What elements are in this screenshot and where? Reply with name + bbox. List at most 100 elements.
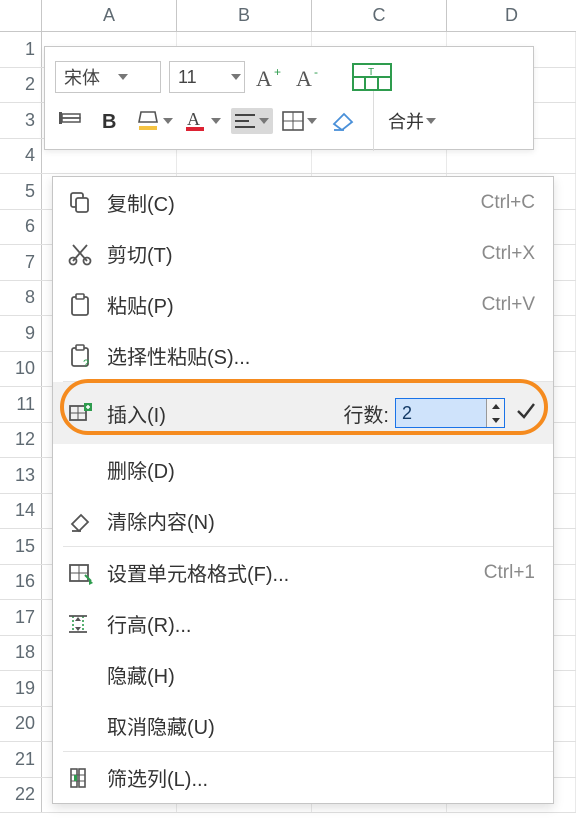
font-color-button[interactable]: A (183, 108, 223, 134)
menu-item-shortcut: Ctrl+X (482, 243, 553, 265)
svg-text:A: A (296, 66, 312, 90)
context-menu: 复制(C)Ctrl+C剪切(T)Ctrl+X粘贴(P)Ctrl+V?选择性粘贴(… (52, 176, 554, 804)
merge-split-icon[interactable]: T (349, 61, 395, 93)
confirm-check-icon[interactable] (515, 399, 537, 427)
col-header-a[interactable]: A (42, 0, 177, 31)
menu-item-shortcut: Ctrl+C (481, 192, 553, 214)
format-cells-icon (53, 560, 107, 586)
col-header-d[interactable]: D (447, 0, 576, 31)
row-header[interactable]: 5 (0, 174, 42, 209)
increase-font-icon[interactable]: A+ (253, 61, 285, 93)
menu-item-label: 设置单元格格式(F)... (107, 558, 484, 587)
paste-q-icon: ? (53, 343, 107, 369)
chevron-down-icon (209, 118, 223, 124)
menu-item-copy[interactable]: 复制(C)Ctrl+C (53, 177, 553, 228)
row-header[interactable]: 3 (0, 103, 42, 138)
menu-item-label: 删除(D) (107, 455, 535, 484)
font-name-combo[interactable]: 宋体 (55, 61, 161, 93)
chevron-down-icon (305, 118, 319, 124)
row-header[interactable]: 16 (0, 565, 42, 600)
svg-text:T: T (368, 67, 374, 78)
row-header[interactable]: 22 (0, 778, 42, 813)
menu-item-label: 取消隐藏(U) (107, 711, 535, 740)
row-header[interactable]: 15 (0, 529, 42, 564)
menu-item-insert[interactable]: 插入(I)行数:2 (53, 382, 553, 444)
row-header[interactable]: 13 (0, 458, 42, 493)
svg-text:?: ? (83, 358, 89, 369)
row-header[interactable]: 19 (0, 671, 42, 706)
spin-up-icon[interactable] (487, 399, 504, 413)
spin-down-icon[interactable] (487, 413, 504, 427)
svg-text:B: B (102, 111, 116, 132)
menu-item-label: 行高(R)... (107, 609, 535, 638)
chevron-down-icon (257, 118, 271, 124)
font-name-value: 宋体 (56, 64, 114, 90)
row-header[interactable]: 10 (0, 352, 42, 387)
row-header[interactable]: 7 (0, 245, 42, 280)
chevron-down-icon (114, 74, 132, 80)
grid-corner[interactable] (0, 0, 42, 31)
row-header[interactable]: 14 (0, 494, 42, 529)
mini-toolbar: 宋体 11 A+ A- T (44, 46, 534, 150)
menu-item-label: 隐藏(H) (107, 660, 535, 689)
menu-item-row-height[interactable]: 行高(R)... (53, 598, 553, 649)
menu-item-label: 清除内容(N) (107, 506, 535, 535)
format-painter-icon[interactable] (55, 105, 87, 137)
cut-icon (53, 241, 107, 267)
menu-item-hide[interactable]: 隐藏(H) (53, 649, 553, 700)
row-header[interactable]: 8 (0, 281, 42, 316)
row-header[interactable]: 4 (0, 139, 42, 174)
bold-icon[interactable]: B (95, 105, 127, 137)
row-header[interactable]: 12 (0, 423, 42, 458)
font-size-value: 11 (170, 67, 228, 88)
menu-item-label: 粘贴(P) (107, 290, 482, 319)
row-height-icon (53, 611, 107, 637)
menu-item-shortcut: Ctrl+V (482, 294, 553, 316)
align-button[interactable] (231, 108, 273, 134)
insert-icon (53, 400, 107, 426)
insert-rows-spinbox[interactable]: 2 (395, 398, 505, 428)
svg-text:A: A (187, 109, 200, 129)
font-size-combo[interactable]: 11 (169, 61, 245, 93)
eraser-icon (53, 508, 107, 534)
col-header-b[interactable]: B (177, 0, 312, 31)
menu-item-label: 选择性粘贴(S)... (107, 341, 535, 370)
menu-item-label: 筛选列(L)... (107, 763, 535, 792)
merge-cells-button[interactable]: 合并 (388, 108, 438, 134)
fill-color-button[interactable] (135, 108, 175, 134)
svg-text:-: - (314, 65, 318, 79)
row-header[interactable]: 2 (0, 68, 42, 103)
borders-button[interactable] (281, 110, 319, 132)
decrease-font-icon[interactable]: A- (293, 61, 325, 93)
chevron-down-icon (228, 74, 244, 80)
col-header-c[interactable]: C (312, 0, 447, 31)
menu-item-unhide[interactable]: 取消隐藏(U) (53, 700, 553, 751)
copy-icon (53, 190, 107, 216)
menu-item-cut[interactable]: 剪切(T)Ctrl+X (53, 228, 553, 279)
chevron-down-icon (424, 118, 438, 124)
row-header[interactable]: 11 (0, 387, 42, 422)
svg-text:A: A (256, 66, 272, 90)
row-header[interactable]: 20 (0, 707, 42, 742)
menu-item-label: 复制(C) (107, 188, 481, 217)
row-header[interactable]: 9 (0, 316, 42, 351)
merge-label: 合并 (388, 108, 424, 134)
clear-format-icon[interactable] (327, 105, 359, 137)
row-header[interactable]: 17 (0, 600, 42, 635)
paste-icon (53, 292, 107, 318)
toolbar-separator (373, 91, 374, 151)
row-header[interactable]: 6 (0, 210, 42, 245)
menu-item-clear[interactable]: 清除内容(N) (53, 495, 553, 546)
insert-rows-value[interactable]: 2 (396, 399, 486, 427)
menu-item-delete[interactable]: 删除(D) (53, 444, 553, 495)
filter-icon (53, 765, 107, 791)
menu-item-paste[interactable]: 粘贴(P)Ctrl+V (53, 279, 553, 330)
chevron-down-icon (161, 118, 175, 124)
row-header[interactable]: 18 (0, 636, 42, 671)
menu-item-format[interactable]: 设置单元格格式(F)...Ctrl+1 (53, 547, 553, 598)
row-header[interactable]: 1 (0, 32, 42, 67)
menu-item-filter[interactable]: 筛选列(L)... (53, 752, 553, 803)
row-header[interactable]: 21 (0, 742, 42, 777)
menu-item-paste-spec[interactable]: ? 选择性粘贴(S)... (53, 330, 553, 381)
menu-item-shortcut: Ctrl+1 (484, 562, 553, 584)
